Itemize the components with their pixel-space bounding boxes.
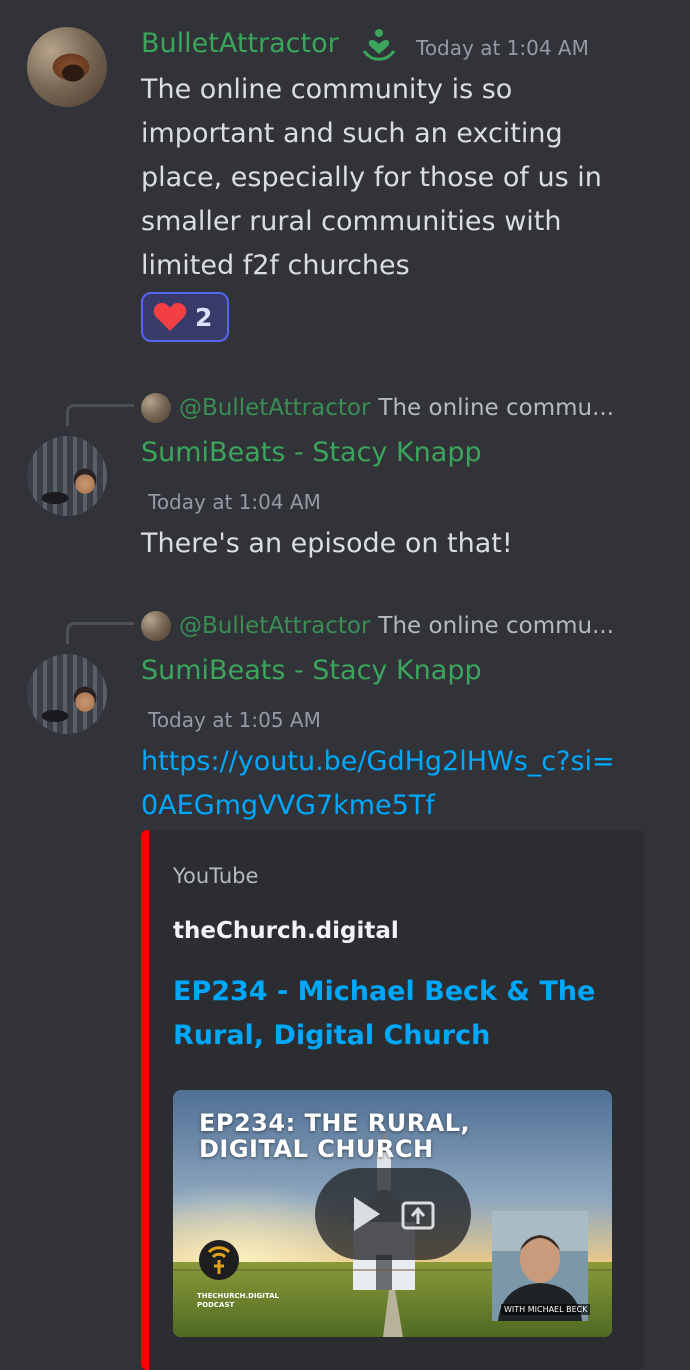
timestamp[interactable]: Today at 1:04 AM <box>148 490 321 514</box>
thumbnail-title: EP234: THE RURAL, DIGITAL CHURCH <box>199 1109 471 1163</box>
message-1: BulletAttractor Today at 1:04 AM The onl… <box>0 0 690 360</box>
reply-avatar <box>141 393 171 423</box>
reply-reference[interactable]: @BulletAttractor The online commu... <box>141 610 614 642</box>
reaction-count: 2 <box>195 302 213 332</box>
username[interactable]: SumiBeats - Stacy Knapp <box>141 655 482 686</box>
podcast-label: THECHURCH.DIGITAL PODCAST <box>197 1292 280 1309</box>
username[interactable]: SumiBeats - Stacy Knapp <box>141 437 482 468</box>
message-content: There's an episode on that! <box>141 528 513 559</box>
youtube-link[interactable]: https://youtu.be/GdHg2lHWs_c?si=0AEGmgVV… <box>141 740 621 828</box>
embed-provider[interactable]: YouTube <box>173 864 258 888</box>
username[interactable]: BulletAttractor <box>141 28 339 59</box>
message-content: The online community is so important and… <box>141 74 602 281</box>
timestamp[interactable]: Today at 1:04 AM <box>416 36 589 60</box>
reply-reference[interactable]: @BulletAttractor The online commu... <box>141 392 614 424</box>
embed-accent-bar <box>141 830 149 1370</box>
open-external-icon[interactable] <box>400 1196 436 1232</box>
avatar[interactable] <box>27 27 107 107</box>
reply-snippet[interactable]: The online commu... <box>378 395 614 421</box>
avatar[interactable] <box>27 654 107 734</box>
reaction-button[interactable]: 2 <box>141 292 229 342</box>
reply-avatar <box>141 611 171 641</box>
message-2: @BulletAttractor The online commu... Sum… <box>0 380 690 580</box>
reply-connector <box>66 622 134 644</box>
embed-author[interactable]: theChurch.digital <box>173 918 399 944</box>
reply-snippet[interactable]: The online commu... <box>378 613 614 639</box>
play-icon[interactable] <box>350 1194 384 1234</box>
avatar[interactable] <box>27 436 107 516</box>
timestamp[interactable]: Today at 1:05 AM <box>148 708 321 732</box>
embed-title[interactable]: EP234 - Michael Beck & The Rural, Digita… <box>173 970 603 1058</box>
reply-mention[interactable]: @BulletAttractor <box>179 395 370 421</box>
video-thumbnail[interactable]: EP234: THE RURAL, DIGITAL CHURCH WITH MI… <box>173 1090 612 1337</box>
reply-connector <box>66 404 134 426</box>
heart-hands-icon[interactable] <box>361 27 397 63</box>
guest-caption: WITH MICHAEL BECK <box>501 1304 591 1315</box>
reply-mention[interactable]: @BulletAttractor <box>179 613 370 639</box>
video-controls[interactable] <box>315 1168 471 1260</box>
heart-icon <box>153 303 187 331</box>
link-embed: YouTube theChurch.digital EP234 - Michae… <box>141 830 644 1370</box>
